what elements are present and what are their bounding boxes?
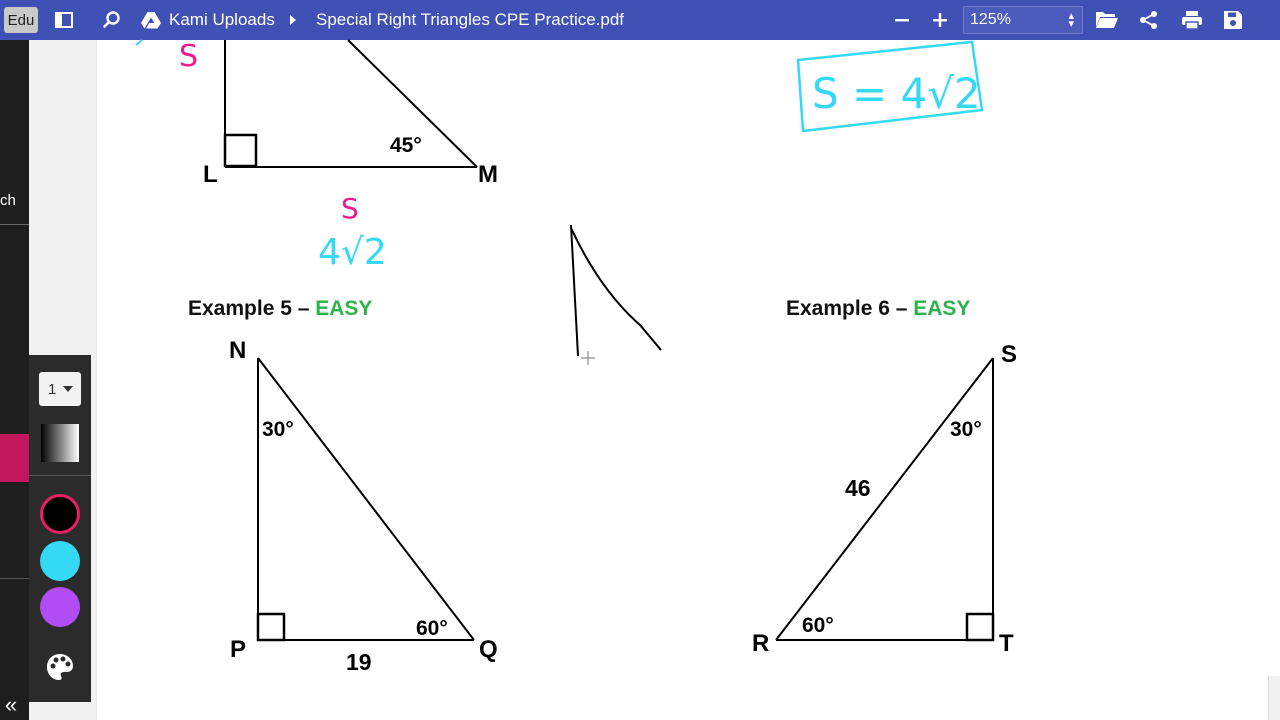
example-6-heading: Example 6 – EASY [786,297,970,321]
difficulty-badge: EASY [913,297,971,320]
vertex-label-l: L [203,161,218,188]
vertex-label-p: P [230,636,246,663]
example-5-title: Example 5 – [188,297,310,320]
opacity-gradient-swatch[interactable] [41,424,79,462]
ink-label-s: S [341,192,359,225]
vertex-label-q: Q [479,636,498,663]
palette-icon [47,654,73,680]
example-5-heading: Example 5 – EASY [188,297,372,321]
triangle-lm [223,39,478,168]
vertex-label-m: M [478,161,498,188]
panel-divider [29,475,91,476]
ink-sketch-triangle [570,224,662,357]
caret-down-icon [63,386,73,392]
color-swatch-black[interactable] [40,494,80,534]
vertex-label-s: S [1001,341,1017,368]
angle-label-30: 30° [950,418,982,441]
angle-label-45: 45° [390,134,422,157]
vertex-label-n: N [229,337,246,364]
stroke-size-select[interactable]: 1 [39,372,81,406]
ink-stroke-fragment [135,39,143,46]
triangle-npq [256,357,475,642]
ink-label-s-top: S [179,39,198,74]
color-swatch-purple[interactable] [40,587,80,627]
side-length-label: 19 [346,649,372,675]
pdf-page: L M 45° S S 4√2 S = 4√2 N P Q 30° 60° 19… [135,39,1017,675]
ink-value-4root2: 4√2 [318,232,387,273]
vertex-label-r: R [752,630,769,657]
angle-label-60: 60° [802,614,834,637]
angle-label-30: 30° [262,418,294,441]
example-6-title: Example 6 – [786,297,908,320]
angle-label-60: 60° [416,617,448,640]
stroke-size-value: 1 [48,380,57,398]
color-swatch-cyan[interactable] [40,541,80,581]
color-palette-button[interactable] [44,651,76,683]
answer-text: S = 4√2 [812,69,981,118]
right-angle-marker [965,612,995,642]
triangle-rst [775,357,995,642]
vertex-label-t: T [999,630,1014,657]
right-angle-marker [223,133,258,168]
right-angle-marker [256,612,286,642]
difficulty-badge: EASY [315,297,373,320]
crosshair-cursor-icon [581,351,595,365]
drawing-tool-panel: 1 [29,355,91,702]
hypotenuse-label: 46 [845,475,871,501]
